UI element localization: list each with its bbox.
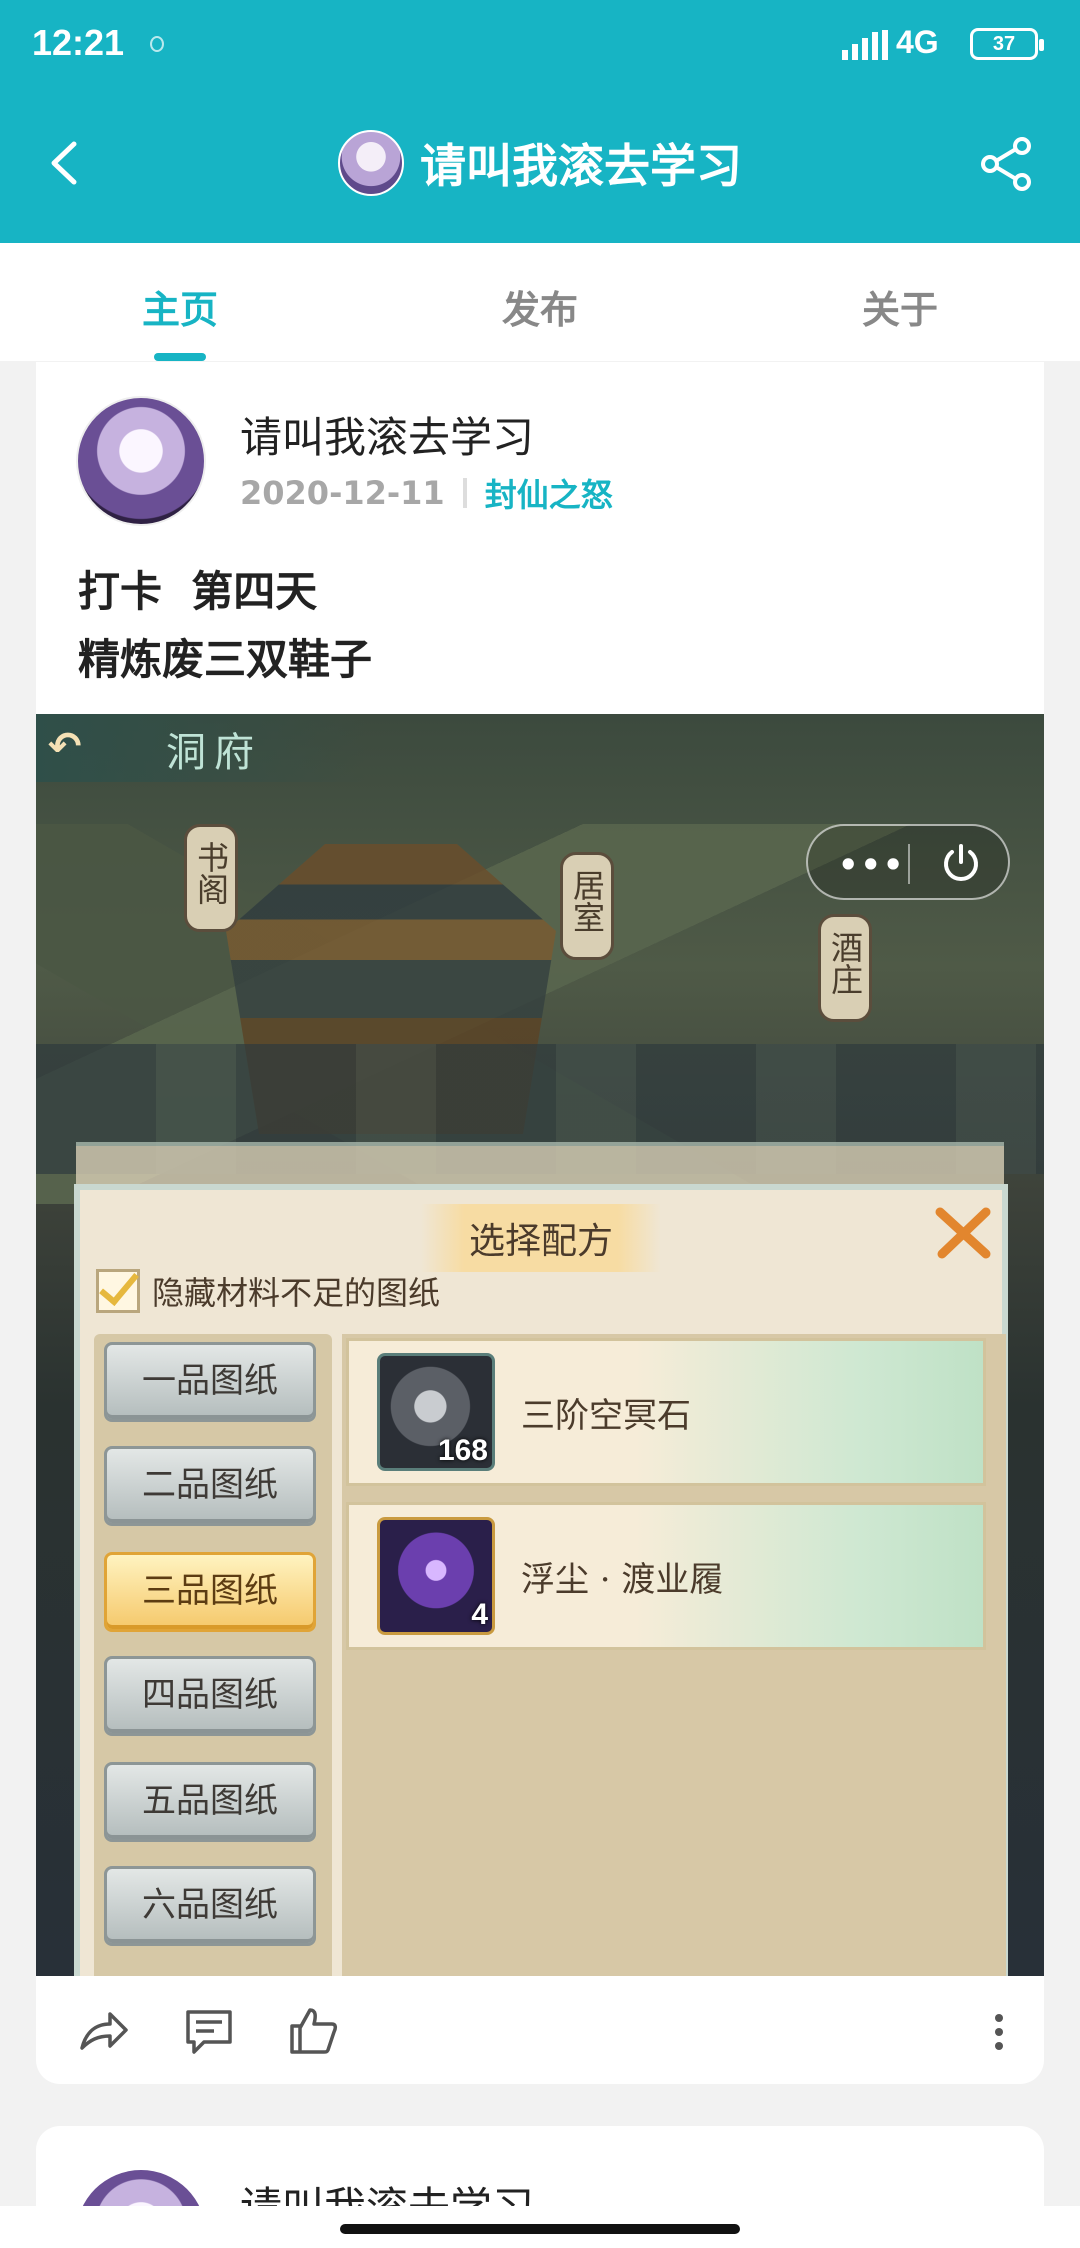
post-card: 请叫我滚去学习 2020-12-11 封仙之怒 打卡 第四天 精炼废三双鞋子 ↶… [36, 362, 1044, 2084]
post-actions [36, 1976, 1044, 2084]
author-avatar[interactable] [76, 396, 206, 526]
meta-divider [462, 478, 467, 508]
stone-icon: 168 [377, 1353, 495, 1471]
power-icon [944, 844, 978, 881]
capsule-divider [908, 844, 910, 884]
recipe-name: 浮尘 · 渡业履 [521, 1559, 724, 1600]
home-indicator[interactable] [340, 2224, 740, 2234]
notification-icon [150, 36, 164, 52]
more-dots-icon: ••• [838, 846, 906, 884]
status-time: 12:21 [32, 22, 125, 63]
post-image[interactable]: ↶ 洞府 ••• 书阁 居室 酒庄 选择配方 隐藏材料不足的图纸 一品图纸 二品… [36, 714, 1044, 1976]
sign-room: 居室 [560, 852, 614, 960]
checkbox-checked-icon [96, 1269, 140, 1313]
hide-insufficient-row: 隐藏材料不足的图纸 [96, 1268, 440, 1314]
sign-tavern: 酒庄 [818, 914, 872, 1022]
header-title-group: 请叫我滚去学习 [0, 130, 1080, 196]
recipe-item: 4 浮尘 · 渡业履 [346, 1502, 986, 1650]
post-text-line-2: 精炼废三双鞋子 [78, 635, 373, 684]
comment-icon[interactable] [182, 2004, 236, 2058]
recipe-list: 168 三阶空冥石 4 浮尘 · 渡业履 [342, 1334, 1006, 1976]
status-bar: 12:21 4G 37 [0, 0, 1080, 90]
tab-bar: 主页 发布 关于 [0, 243, 1080, 361]
grade-4: 四品图纸 [104, 1656, 316, 1736]
post-topic[interactable]: 封仙之怒 [485, 470, 613, 516]
network-type: 4G [896, 24, 939, 60]
grade-list: 一品图纸 二品图纸 三品图纸 四品图纸 五品图纸 六品图纸 [94, 1334, 332, 1976]
grade-3: 三品图纸 [104, 1552, 316, 1632]
grade-5: 五品图纸 [104, 1762, 316, 1842]
game-back-icon: ↶ [48, 724, 82, 770]
tab-home[interactable]: 主页 [0, 243, 360, 361]
tab-about[interactable]: 关于 [720, 243, 1080, 361]
grade-2: 二品图纸 [104, 1446, 316, 1526]
like-icon[interactable] [286, 2004, 340, 2058]
recipe-name: 三阶空冥石 [521, 1395, 691, 1436]
forward-icon[interactable] [76, 2004, 130, 2058]
close-icon [935, 1207, 991, 1259]
dialog-title: 选择配方 [420, 1204, 661, 1272]
header-avatar [338, 130, 404, 196]
item-quantity: 4 [471, 1598, 488, 1631]
post-text-line-1: 打卡 第四天 [78, 567, 318, 616]
miniprogram-capsule: ••• [806, 824, 1010, 900]
grade-6: 六品图纸 [104, 1866, 316, 1946]
post-meta: 2020-12-11 封仙之怒 [240, 470, 613, 516]
more-options-icon[interactable] [994, 2012, 1004, 2052]
sign-library: 书阁 [184, 824, 238, 932]
header-title: 请叫我滚去学习 [420, 139, 742, 193]
app-header: 12:21 4G 37 请叫我滚去学习 [0, 0, 1080, 243]
share-icon[interactable] [978, 136, 1034, 192]
tab-publish[interactable]: 发布 [360, 243, 720, 361]
recipe-item: 168 三阶空冥石 [346, 1338, 986, 1486]
post-text: 打卡 第四天 精炼废三双鞋子 [78, 558, 372, 694]
post-date: 2020-12-11 [240, 474, 445, 512]
item-quantity: 168 [437, 1434, 488, 1467]
boot-icon: 4 [377, 1517, 495, 1635]
game-location-title: 洞府 [166, 730, 262, 776]
author-name[interactable]: 请叫我滚去学习 [240, 404, 534, 465]
battery-icon: 37 [970, 28, 1044, 60]
recipe-dialog: 选择配方 隐藏材料不足的图纸 一品图纸 二品图纸 三品图纸 四品图纸 五品图纸 … [74, 1184, 1008, 1976]
navigation-bar: 请叫我滚去学习 [0, 110, 1080, 220]
grade-1: 一品图纸 [104, 1342, 316, 1422]
hide-insufficient-label: 隐藏材料不足的图纸 [152, 1274, 441, 1312]
signal-icon [842, 30, 888, 60]
